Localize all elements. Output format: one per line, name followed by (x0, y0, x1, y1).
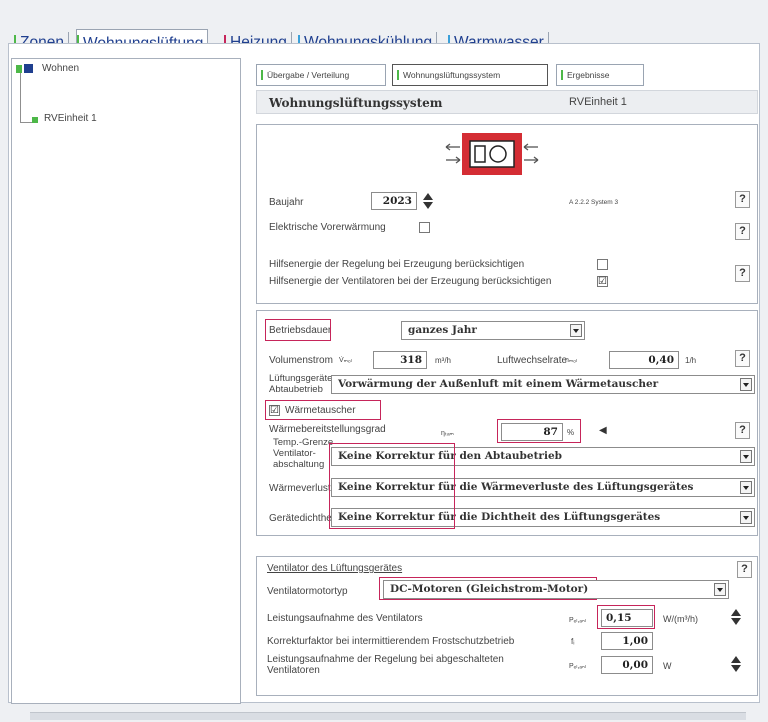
main-tab-bar: Zonen Wohnungslüftung Heizung Wohnungskü… (14, 14, 554, 57)
volumenstrom-input[interactable]: 318 (373, 351, 427, 369)
motortyp-label: Ventilatormotortyp (267, 586, 348, 597)
leistung-unit: W/(m³/h) (663, 614, 698, 624)
leistung-symbol: Pₑₗ,ₐₙₗ (569, 617, 586, 624)
abtau-label-2: Abtaubetrieb (269, 384, 323, 395)
chevron-down-icon[interactable] (740, 378, 752, 391)
subtab-uebergabe[interactable]: Übergabe / Verteilung (256, 64, 386, 86)
regelung-symbol: Pₑₗ,ₐₙₗ (569, 663, 586, 670)
dropdown-value: DC-Motoren (Gleichstrom-Motor) (390, 583, 589, 595)
luftwechsel-symbol: nₘₒₗ (565, 357, 578, 364)
tree-line (20, 69, 21, 123)
tab-color-bar (261, 70, 263, 80)
subtab-label: Wohnungslüftungssystem (403, 70, 501, 80)
system-note: A 2.2.2 System 3 (569, 199, 619, 206)
betriebsdauer-dropdown[interactable]: ganzes Jahr (401, 321, 585, 340)
abtau-dropdown[interactable]: Vorwärmung der Außenluft mit einem Wärme… (331, 375, 755, 394)
subtab-label: Ergebnisse (567, 70, 610, 80)
korrektur-symbol: fᵢ (571, 637, 575, 646)
grad-symbol: ηₜₐₘ (441, 430, 454, 437)
help-button-grad[interactable]: ? (735, 422, 750, 439)
volumenstrom-label: Volumenstrom (269, 355, 333, 366)
chevron-down-icon[interactable] (740, 511, 752, 524)
korrektur-input[interactable]: 1,00 (601, 632, 653, 650)
subtab-label: Übergabe / Verteilung (267, 70, 350, 80)
page-title: Wohnungslüftungssystem (269, 96, 443, 110)
tab-color-bar (397, 70, 399, 80)
vorerwaermung-label: Elektrische Vorerwärmung (269, 222, 386, 233)
grad-input[interactable]: 87 (501, 423, 563, 441)
help-button-fan[interactable]: ? (737, 561, 752, 578)
regelung-label-2: Ventilatoren (267, 665, 320, 676)
baujahr-spinner-icon[interactable] (423, 193, 434, 209)
vent-label-2: abschaltung (273, 459, 325, 470)
fan-panel: Ventilator des Lüftungsgerätes ? Ventila… (256, 556, 758, 696)
chevron-down-icon[interactable] (740, 450, 752, 463)
dropdown-value: Vorwärmung der Außenluft mit einem Wärme… (338, 378, 659, 390)
dropdown-value: ganzes Jahr (408, 324, 477, 336)
grad-label: Wärmebereitstellungsgrad (269, 424, 386, 435)
waermeverluste-label: Wärmeverluste (269, 483, 337, 494)
regelung-unit: W (663, 661, 672, 671)
ventilation-unit-icon (445, 131, 539, 177)
help-button-vorerwaermung[interactable]: ? (735, 223, 750, 240)
luftwechsel-input[interactable]: 0,40 (609, 351, 679, 369)
chevron-down-icon[interactable] (740, 481, 752, 494)
hilf-ventilator-checkbox[interactable]: ☑ (597, 276, 608, 287)
subtab-ergebnisse[interactable]: Ergebnisse (556, 64, 644, 86)
tab-color-bar (561, 70, 563, 80)
tree-branch-line (20, 122, 32, 123)
operation-panel: Betriebsdauer ganzes Jahr Volumenstrom V… (256, 310, 758, 536)
tree-item-label: Wohnen (42, 63, 80, 74)
subtab-lueftungssystem[interactable]: Wohnungslüftungssystem (392, 64, 548, 86)
waermetauscher-highlight (265, 400, 381, 420)
vorerwaermung-checkbox[interactable] (419, 222, 430, 233)
unit-name: RVEinheit 1 (569, 96, 627, 108)
motortyp-dropdown[interactable]: DC-Motoren (Gleichstrom-Motor) (383, 580, 729, 599)
unit-node-icon (32, 117, 38, 123)
chevron-down-icon[interactable] (714, 583, 726, 596)
regelung-input[interactable]: 0,00 (601, 656, 653, 674)
baujahr-input[interactable]: 2023 (371, 192, 417, 210)
hilf-regelung-label: Hilfsenergie der Regelung bei Erzeugung … (269, 259, 525, 270)
tree-item-label: RVEinheit 1 (44, 113, 97, 124)
zone-icon (16, 65, 22, 73)
help-button-volumenstrom[interactable]: ? (735, 350, 750, 367)
leistung-spinner-icon[interactable] (731, 609, 742, 625)
help-button-hilfsenergie[interactable]: ? (735, 265, 750, 282)
grad-unit: % (567, 428, 575, 437)
korrektur-label: Korrekturfaktor bei intermittierendem Fr… (267, 636, 515, 647)
system-panel: Baujahr 2023 A 2.2.2 System 3 ? Elektris… (256, 124, 758, 304)
volumenstrom-symbol: V̇ₘₒₗ (339, 357, 352, 364)
help-button-baujahr[interactable]: ? (735, 191, 750, 208)
volumenstrom-unit: m³/h (435, 356, 451, 365)
leistung-input[interactable]: 0,15 (601, 609, 653, 627)
hilf-regelung-checkbox[interactable] (597, 259, 608, 270)
korrektur-highlight (329, 443, 455, 529)
chevron-down-icon[interactable] (570, 324, 582, 337)
fan-section-title: Ventilator des Lüftungsgerätes (267, 563, 403, 574)
speaker-icon[interactable]: ◀ (599, 426, 607, 436)
betriebsdauer-highlight (265, 319, 331, 341)
leistung-label: Leistungsaufnahme des Ventilators (267, 613, 423, 624)
baujahr-label: Baujahr (269, 197, 304, 208)
regelung-spinner-icon[interactable] (731, 656, 742, 672)
dichtheit-label: Gerätedichtheit (269, 513, 337, 524)
hilf-ventilator-label: Hilfsenergie der Ventilatoren bei der Er… (269, 276, 552, 287)
luftwechsel-unit: 1/h (685, 356, 697, 365)
zone-node-icon (24, 64, 33, 73)
horizontal-scrollbar[interactable] (30, 712, 746, 720)
section-header: Wohnungslüftungssystem RVEinheit 1 (256, 90, 758, 114)
zone-tree-panel: Wohnen RVEinheit 1 (11, 58, 241, 704)
luftwechsel-label: Luftwechselrate (497, 355, 568, 366)
